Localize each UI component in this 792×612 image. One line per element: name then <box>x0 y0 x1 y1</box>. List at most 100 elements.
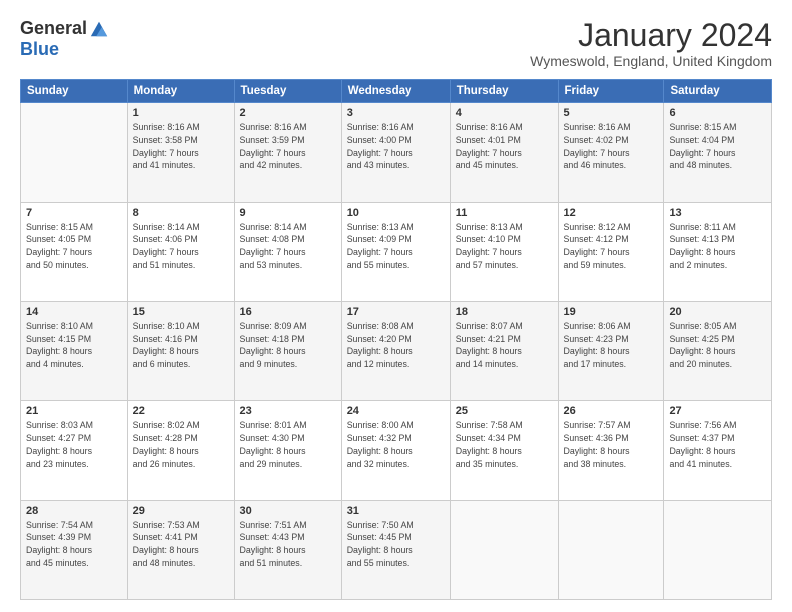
calendar-cell: 31 Sunrise: 7:50 AM Sunset: 4:45 PM Dayli… <box>341 500 450 599</box>
day-info: Sunrise: 8:14 AM Sunset: 4:06 PM Dayligh… <box>133 221 229 272</box>
header-row: Sunday Monday Tuesday Wednesday Thursday… <box>21 80 772 103</box>
location: Wymeswold, England, United Kingdom <box>530 53 772 69</box>
day-info: Sunrise: 8:13 AM Sunset: 4:10 PM Dayligh… <box>456 221 553 272</box>
calendar-cell <box>21 103 128 202</box>
day-number: 22 <box>133 405 229 417</box>
calendar-cell: 14Sunrise: 8:10 AM Sunset: 4:15 PM Dayli… <box>21 301 128 400</box>
calendar-cell <box>664 500 772 599</box>
calendar-cell: 24 Sunrise: 8:00 AM Sunset: 4:32 PM Dayli… <box>341 401 450 500</box>
day-info: Sunrise: 8:06 AM Sunset: 4:23 PM Dayligh… <box>564 320 659 371</box>
day-number: 11 <box>456 207 553 219</box>
day-info: Sunrise: 7:50 AM Sunset: 4:45 PM Dayligh… <box>347 519 445 570</box>
week-row-3: 14Sunrise: 8:10 AM Sunset: 4:15 PM Dayli… <box>21 301 772 400</box>
day-number: 7 <box>26 207 122 219</box>
week-row-2: 7 Sunrise: 8:15 AM Sunset: 4:05 PM Daylig… <box>21 202 772 301</box>
calendar-cell: 10Sunrise: 8:13 AM Sunset: 4:09 PM Dayli… <box>341 202 450 301</box>
calendar-cell: 30Sunrise: 7:51 AM Sunset: 4:43 PM Dayli… <box>234 500 341 599</box>
calendar-cell: 29 Sunrise: 7:53 AM Sunset: 4:41 PM Dayli… <box>127 500 234 599</box>
day-info: Sunrise: 8:16 AM Sunset: 3:59 PM Dayligh… <box>240 121 336 172</box>
calendar-cell: 26 Sunrise: 7:57 AM Sunset: 4:36 PM Dayli… <box>558 401 664 500</box>
day-info: Sunrise: 8:12 AM Sunset: 4:12 PM Dayligh… <box>564 221 659 272</box>
day-number: 12 <box>564 207 659 219</box>
day-info: Sunrise: 8:03 AM Sunset: 4:27 PM Dayligh… <box>26 419 122 470</box>
day-info: Sunrise: 7:58 AM Sunset: 4:34 PM Dayligh… <box>456 419 553 470</box>
day-info: Sunrise: 8:15 AM Sunset: 4:05 PM Dayligh… <box>26 221 122 272</box>
calendar-cell: 5 Sunrise: 8:16 AM Sunset: 4:02 PM Daylig… <box>558 103 664 202</box>
day-info: Sunrise: 8:01 AM Sunset: 4:30 PM Dayligh… <box>240 419 336 470</box>
calendar-cell: 18Sunrise: 8:07 AM Sunset: 4:21 PM Dayli… <box>450 301 558 400</box>
day-info: Sunrise: 8:13 AM Sunset: 4:09 PM Dayligh… <box>347 221 445 272</box>
col-friday: Friday <box>558 80 664 103</box>
day-number: 5 <box>564 107 659 119</box>
day-number: 27 <box>669 405 766 417</box>
day-info: Sunrise: 7:51 AM Sunset: 4:43 PM Dayligh… <box>240 519 336 570</box>
day-info: Sunrise: 7:54 AM Sunset: 4:39 PM Dayligh… <box>26 519 122 570</box>
calendar-cell: 21 Sunrise: 8:03 AM Sunset: 4:27 PM Dayli… <box>21 401 128 500</box>
day-info: Sunrise: 8:08 AM Sunset: 4:20 PM Dayligh… <box>347 320 445 371</box>
day-number: 18 <box>456 306 553 318</box>
calendar-cell: 1 Sunrise: 8:16 AM Sunset: 3:58 PM Daylig… <box>127 103 234 202</box>
day-number: 29 <box>133 505 229 517</box>
calendar-cell: 12 Sunrise: 8:12 AM Sunset: 4:12 PM Dayli… <box>558 202 664 301</box>
day-info: Sunrise: 8:11 AM Sunset: 4:13 PM Dayligh… <box>669 221 766 272</box>
week-row-5: 28 Sunrise: 7:54 AM Sunset: 4:39 PM Dayli… <box>21 500 772 599</box>
calendar-cell <box>558 500 664 599</box>
calendar-page: General Blue January 2024 Wymeswold, Eng… <box>0 0 792 612</box>
day-number: 15 <box>133 306 229 318</box>
day-number: 31 <box>347 505 445 517</box>
day-number: 17 <box>347 306 445 318</box>
day-number: 19 <box>564 306 659 318</box>
day-number: 2 <box>240 107 336 119</box>
day-info: Sunrise: 8:15 AM Sunset: 4:04 PM Dayligh… <box>669 121 766 172</box>
calendar-cell: 15 Sunrise: 8:10 AM Sunset: 4:16 PM Dayli… <box>127 301 234 400</box>
day-info: Sunrise: 8:10 AM Sunset: 4:15 PM Dayligh… <box>26 320 122 371</box>
month-title: January 2024 <box>530 18 772 53</box>
logo-icon <box>89 19 109 39</box>
logo-general-text: General <box>20 18 87 39</box>
day-number: 6 <box>669 107 766 119</box>
day-info: Sunrise: 8:16 AM Sunset: 4:02 PM Dayligh… <box>564 121 659 172</box>
calendar-cell: 9Sunrise: 8:14 AM Sunset: 4:08 PM Daylig… <box>234 202 341 301</box>
calendar-cell: 2 Sunrise: 8:16 AM Sunset: 3:59 PM Daylig… <box>234 103 341 202</box>
day-number: 21 <box>26 405 122 417</box>
day-number: 25 <box>456 405 553 417</box>
calendar-cell: 19 Sunrise: 8:06 AM Sunset: 4:23 PM Dayli… <box>558 301 664 400</box>
day-number: 16 <box>240 306 336 318</box>
day-info: Sunrise: 8:10 AM Sunset: 4:16 PM Dayligh… <box>133 320 229 371</box>
calendar-cell: 16Sunrise: 8:09 AM Sunset: 4:18 PM Dayli… <box>234 301 341 400</box>
day-info: Sunrise: 8:02 AM Sunset: 4:28 PM Dayligh… <box>133 419 229 470</box>
week-row-4: 21 Sunrise: 8:03 AM Sunset: 4:27 PM Dayli… <box>21 401 772 500</box>
calendar-cell: 13 Sunrise: 8:11 AM Sunset: 4:13 PM Dayli… <box>664 202 772 301</box>
col-thursday: Thursday <box>450 80 558 103</box>
day-number: 23 <box>240 405 336 417</box>
day-number: 4 <box>456 107 553 119</box>
day-info: Sunrise: 8:16 AM Sunset: 4:00 PM Dayligh… <box>347 121 445 172</box>
day-info: Sunrise: 8:00 AM Sunset: 4:32 PM Dayligh… <box>347 419 445 470</box>
calendar-cell: 20Sunrise: 8:05 AM Sunset: 4:25 PM Dayli… <box>664 301 772 400</box>
day-number: 28 <box>26 505 122 517</box>
day-number: 13 <box>669 207 766 219</box>
calendar-cell: 4 Sunrise: 8:16 AM Sunset: 4:01 PM Daylig… <box>450 103 558 202</box>
calendar-cell: 11 Sunrise: 8:13 AM Sunset: 4:10 PM Dayli… <box>450 202 558 301</box>
week-row-1: 1 Sunrise: 8:16 AM Sunset: 3:58 PM Daylig… <box>21 103 772 202</box>
day-number: 26 <box>564 405 659 417</box>
day-number: 20 <box>669 306 766 318</box>
day-info: Sunrise: 8:16 AM Sunset: 3:58 PM Dayligh… <box>133 121 229 172</box>
calendar-cell: 8Sunrise: 8:14 AM Sunset: 4:06 PM Daylig… <box>127 202 234 301</box>
calendar-cell: 3 Sunrise: 8:16 AM Sunset: 4:00 PM Daylig… <box>341 103 450 202</box>
day-number: 9 <box>240 207 336 219</box>
day-info: Sunrise: 7:53 AM Sunset: 4:41 PM Dayligh… <box>133 519 229 570</box>
header: General Blue January 2024 Wymeswold, Eng… <box>20 18 772 69</box>
calendar-table: Sunday Monday Tuesday Wednesday Thursday… <box>20 79 772 600</box>
day-info: Sunrise: 7:57 AM Sunset: 4:36 PM Dayligh… <box>564 419 659 470</box>
col-wednesday: Wednesday <box>341 80 450 103</box>
day-number: 3 <box>347 107 445 119</box>
day-info: Sunrise: 8:16 AM Sunset: 4:01 PM Dayligh… <box>456 121 553 172</box>
day-number: 1 <box>133 107 229 119</box>
day-number: 24 <box>347 405 445 417</box>
calendar-cell: 28 Sunrise: 7:54 AM Sunset: 4:39 PM Dayli… <box>21 500 128 599</box>
col-sunday: Sunday <box>21 80 128 103</box>
title-block: January 2024 Wymeswold, England, United … <box>530 18 772 69</box>
calendar-cell: 25 Sunrise: 7:58 AM Sunset: 4:34 PM Dayli… <box>450 401 558 500</box>
calendar-cell: 6 Sunrise: 8:15 AM Sunset: 4:04 PM Daylig… <box>664 103 772 202</box>
